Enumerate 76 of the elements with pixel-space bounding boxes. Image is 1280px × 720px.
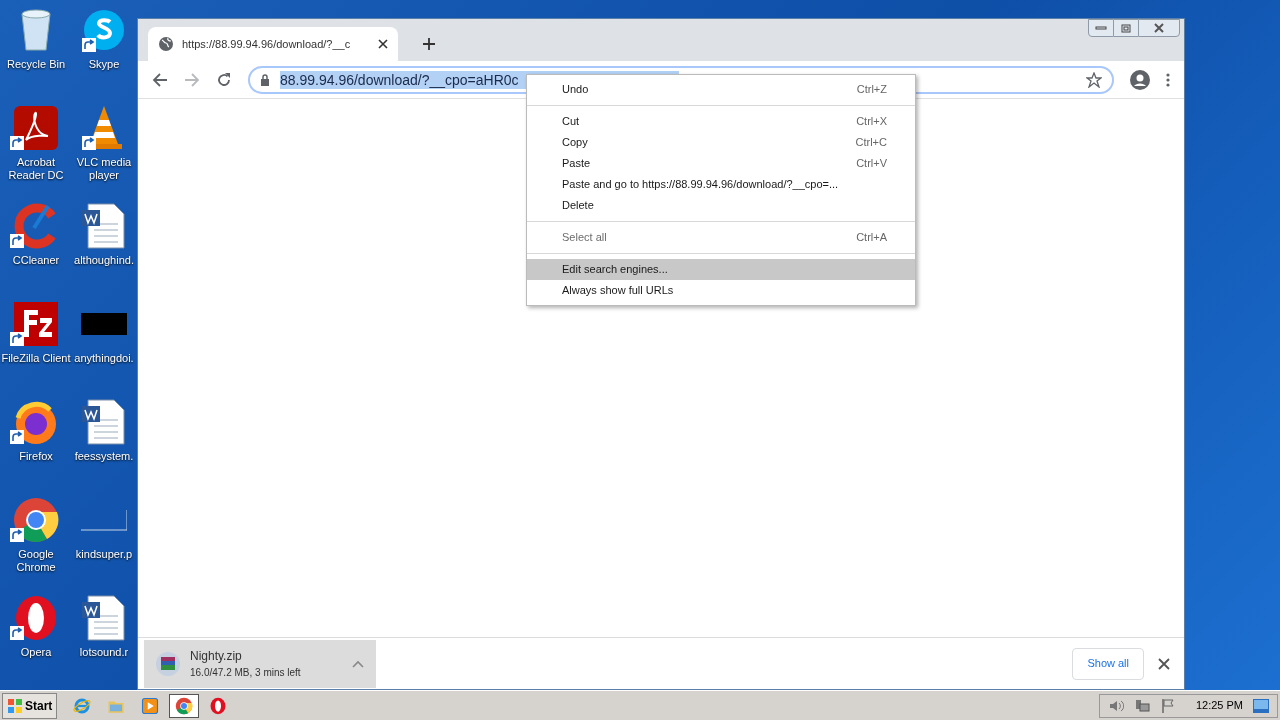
download-item[interactable]: Nighty.zip 16.0/47.2 MB, 3 mins left [144,639,376,688]
desktop-icon[interactable]: Opera [0,594,72,692]
globe-icon [158,36,174,52]
windows-logo-icon [7,697,23,714]
close-icon[interactable] [1158,657,1170,670]
desktop-icon[interactable]: feessystem. [72,398,136,496]
lock-icon [260,73,270,86]
desktop-icon[interactable]: kindsuper.p [72,496,136,594]
show-all-button[interactable]: Show all [1072,647,1144,680]
desktop-icon[interactable]: Google Chrome [0,496,72,594]
menu-item[interactable]: Copy Ctrl+C [527,132,915,153]
back-arrow-icon[interactable] [152,71,168,88]
download-filename: Nighty.zip [190,648,243,665]
desktop-icon-label: lotsound.r [78,646,130,659]
chevron-up-icon[interactable] [352,659,364,668]
desktop-icon-label: FileZilla Client [0,352,72,365]
desktop-icon-label: CCleaner [11,254,61,267]
document-icon [80,202,128,250]
desktop-icon[interactable]: anythingdoi. [72,300,136,398]
desktop-icon[interactable]: lotsound.r [72,594,136,692]
menu-icon[interactable] [1166,72,1170,87]
desktop-icon[interactable]: FileZilla Client [0,300,72,398]
desktop-icon[interactable]: Acrobat Reader DC [0,104,72,202]
profile-icon[interactable] [1130,69,1150,90]
desktop-icon-label: Google Chrome [15,548,57,574]
menu-item[interactable]: Paste Ctrl+V [527,153,915,174]
acrobat-icon [12,104,60,152]
desktop-icon-label: Opera [19,646,53,659]
minimize-icon [1095,26,1107,30]
menu-item[interactable]: Paste and go to https://88.99.94.96/download/?__cpo=... [527,174,915,195]
close-tab-icon[interactable] [378,39,388,49]
internet-explorer-icon [73,696,92,715]
document-icon [80,398,128,446]
start-button[interactable]: Start [2,692,58,719]
archive-icon [156,651,180,676]
desktop-icon-label: kindsuper.p [74,548,134,561]
blank-file-icon [81,509,127,531]
desktop-icon-label: Recycle Bin [5,58,67,71]
media-player-icon [141,696,160,715]
desktop-icon[interactable]: althoughind. [72,202,136,300]
clock[interactable]: 12:25 PM [1195,697,1243,714]
download-status: 16.0/47.2 MB, 3 mins left [190,666,302,680]
desktop-icon[interactable]: CCleaner [0,202,72,300]
desktop-icon[interactable]: Skype [72,6,136,104]
reload-icon[interactable] [216,71,232,88]
close-button[interactable] [1138,19,1180,37]
maximize-icon [1121,23,1131,33]
desktop-icon-label: Acrobat Reader DC [7,156,65,182]
taskbar-button[interactable] [169,693,200,718]
browser-tab[interactable]: https://88.99.94.96/download/?__c [148,27,398,61]
document-icon [80,594,128,642]
star-icon[interactable] [1086,71,1102,88]
menu-item[interactable]: Edit search engines... [527,259,915,280]
desktop-icon[interactable]: VLC media player [72,104,136,202]
dark-file-icon [81,313,127,335]
show-desktop-icon[interactable] [1253,698,1269,713]
tab-title: https://88.99.94.96/download/?__c [182,36,352,52]
menu-item[interactable]: Cut Ctrl+X [527,111,915,132]
menu-item[interactable]: Delete [527,195,915,216]
desktop-icon-label: althoughind. [73,254,135,267]
close-icon [1153,23,1165,33]
desktop-icon-label: anythingdoi. [73,352,135,365]
new-tab-icon[interactable] [422,37,436,51]
menu-item[interactable]: Always show full URLs [527,280,915,301]
desktop-icon-label: Skype [87,58,121,71]
desktop-icon-label: Firefox [18,450,54,463]
desktop-icon[interactable]: Firefox [0,398,72,496]
chrome-icon [175,696,194,715]
flag-icon[interactable] [1159,697,1176,714]
desktop-icon[interactable]: Recycle Bin [0,6,72,104]
desktop-icon-label: feessystem. [73,450,135,463]
network-icon[interactable] [1133,697,1150,714]
filezilla-icon [12,300,60,348]
chrome-icon [12,496,60,544]
opera-icon [209,696,228,715]
desktop-icon-label: VLC media player [75,156,133,182]
